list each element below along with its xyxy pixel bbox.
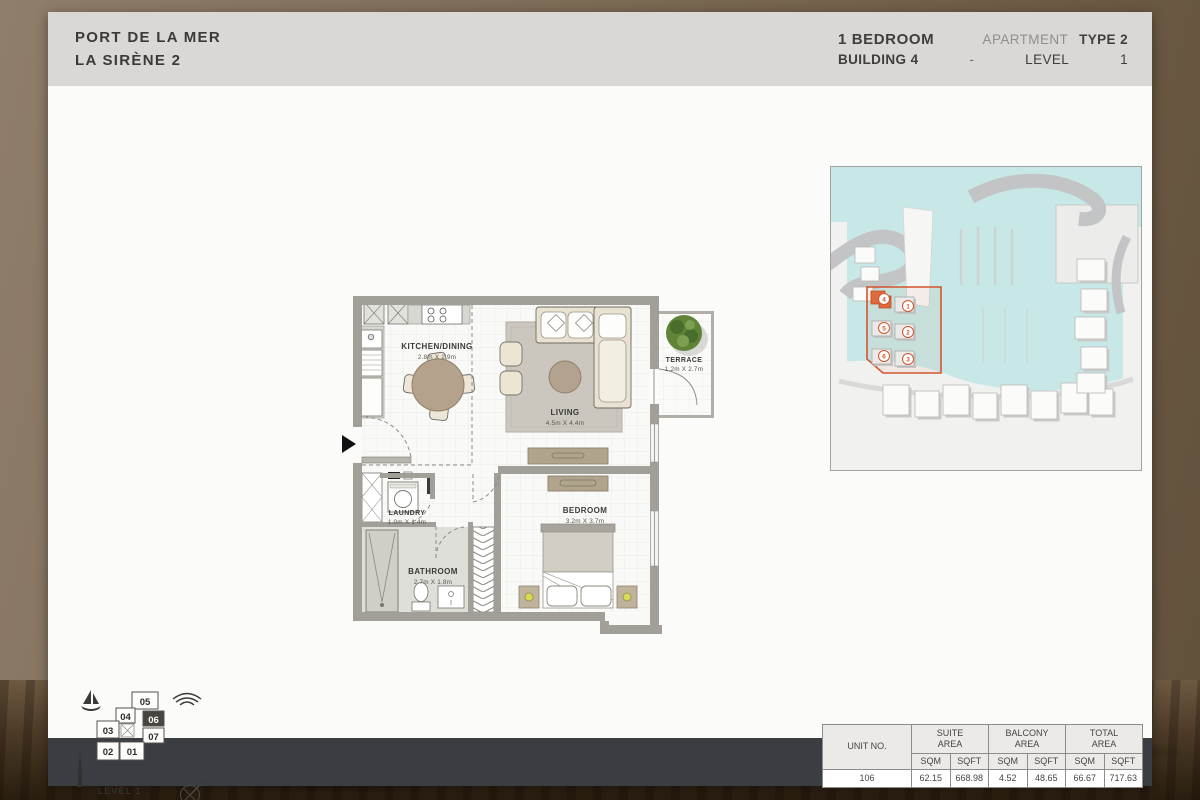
unit-info-row1: 1 BEDROOM APARTMENT TYPE 2 [838,31,1128,48]
building-value: BUILDING 4 [838,52,919,67]
page-body: KITCHEN/DINING 2.8m X 2.9m LIVING 4.5m X… [48,86,1152,738]
desert-background: PORT DE LA MER LA SIRÈNE 2 1 BEDROOM APA… [0,0,1200,800]
level-indicator: LEVEL 1 [98,786,142,796]
type-value: TYPE 2 [1079,32,1128,47]
unit-07: 07 [148,732,159,743]
label-living: LIVING [550,408,579,417]
badge-building-2: 2 [906,330,910,337]
col-balcony-area: BALCONY AREA [989,725,1066,754]
wardrobe [362,473,382,522]
floor-plan: KITCHEN/DINING 2.8m X 2.9m LIVING 4.5m X… [340,289,725,639]
burj-spire-icon [78,750,83,787]
cell-balcony-sqm: 4.52 [989,770,1028,788]
area-table: UNIT NO. SUITE AREA BALCONY AREA TOTAL A… [822,724,1143,788]
badge-building-5: 5 [882,326,886,333]
label-laundry: LAUNDRY [389,510,426,517]
waves-logo-icon [173,694,201,706]
sailboat-icon [81,690,101,711]
unit-03: 03 [103,726,114,737]
col-total-area: TOTAL AREA [1066,725,1143,754]
unit-info: 1 BEDROOM APARTMENT TYPE 2 BUILDING 4 - … [838,31,1128,67]
page-header: PORT DE LA MER LA SIRÈNE 2 1 BEDROOM APA… [48,12,1152,86]
label-bedroom: BEDROOM [563,506,608,515]
project-title-line2: LA SIRÈNE 2 [75,49,221,72]
project-title: PORT DE LA MER LA SIRÈNE 2 [75,26,221,73]
tv-console [528,448,608,464]
cell-total-sqm: 66.67 [1066,770,1105,788]
separator: - [969,52,974,67]
washer [388,482,418,512]
balcony-sqft-header: SQFT [1027,754,1066,770]
unit-info-row2: BUILDING 4 - LEVEL 1 [838,52,1128,67]
cell-balcony-sqft: 48.65 [1027,770,1066,788]
shower [366,530,398,612]
entry-door-leaf [362,457,411,463]
label-bathroom: BATHROOM [408,567,458,576]
badge-building-6: 6 [882,354,886,361]
project-title-line1: PORT DE LA MER [75,26,221,49]
cell-suite-sqft: 668.98 [950,770,989,788]
compass-icon [181,786,200,800]
suite-sqm-header: SQM [912,754,951,770]
badge-building-3: 3 [906,357,910,364]
unit-01: 01 [127,747,138,758]
north-label: N [201,780,206,787]
badge-building-1: 1 [906,304,910,311]
col-unit-no: UNIT NO. [823,725,912,770]
dims-terrace: 1.2m X 2.7m [665,366,703,373]
cell-unit-no: 106 [823,770,912,788]
label-terrace: TERRACE [666,357,703,364]
bedroom-dresser [548,476,608,491]
level-label: LEVEL [1025,52,1069,67]
bed [541,524,615,608]
suite-sqft-header: SQFT [950,754,989,770]
brochure-page: PORT DE LA MER LA SIRÈNE 2 1 BEDROOM APA… [48,12,1152,786]
balcony-sqm-header: SQM [989,754,1028,770]
unit-02: 02 [103,747,114,758]
coffee-table [549,361,581,393]
dims-bedroom: 3.2m X 3.7m [566,518,604,525]
cell-total-sqft: 717.63 [1104,770,1143,788]
level-value: 1 [1120,52,1128,67]
unit-04: 04 [120,712,131,723]
table-row: 106 62.15 668.98 4.52 48.65 66.67 717.63 [823,770,1143,788]
dims-bathroom: 2.7m X 1.8m [414,579,452,586]
total-sqm-header: SQM [1066,754,1105,770]
badge-building-4: 4 [882,297,886,304]
cell-suite-sqm: 62.15 [912,770,951,788]
key-plan: 05 04 06 03 07 02 01 LEVEL 1 N [70,684,210,800]
total-sqft-header: SQFT [1104,754,1143,770]
site-map: 4 1 5 2 6 3 [830,166,1142,471]
shaft [473,527,494,612]
unit-06: 06 [148,715,159,726]
dims-kitchen: 2.8m X 2.9m [418,354,456,361]
unit-type: 1 BEDROOM [838,31,934,48]
bathroom-sink [438,586,464,608]
toilet [412,583,430,612]
dims-laundry: 1.0m X 1.4m [388,519,426,526]
unit-05: 05 [140,697,151,708]
label-kitchen: KITCHEN/DINING [401,342,472,351]
apartment-label: APARTMENT [983,32,1068,47]
apartment-type: APARTMENT TYPE 2 [983,32,1128,47]
col-suite-area: SUITE AREA [912,725,989,754]
entry-arrow-icon [342,435,356,453]
highlight-zone: 4 1 5 2 6 3 [867,287,941,373]
dims-living: 4.5m X 4.4m [546,420,584,427]
